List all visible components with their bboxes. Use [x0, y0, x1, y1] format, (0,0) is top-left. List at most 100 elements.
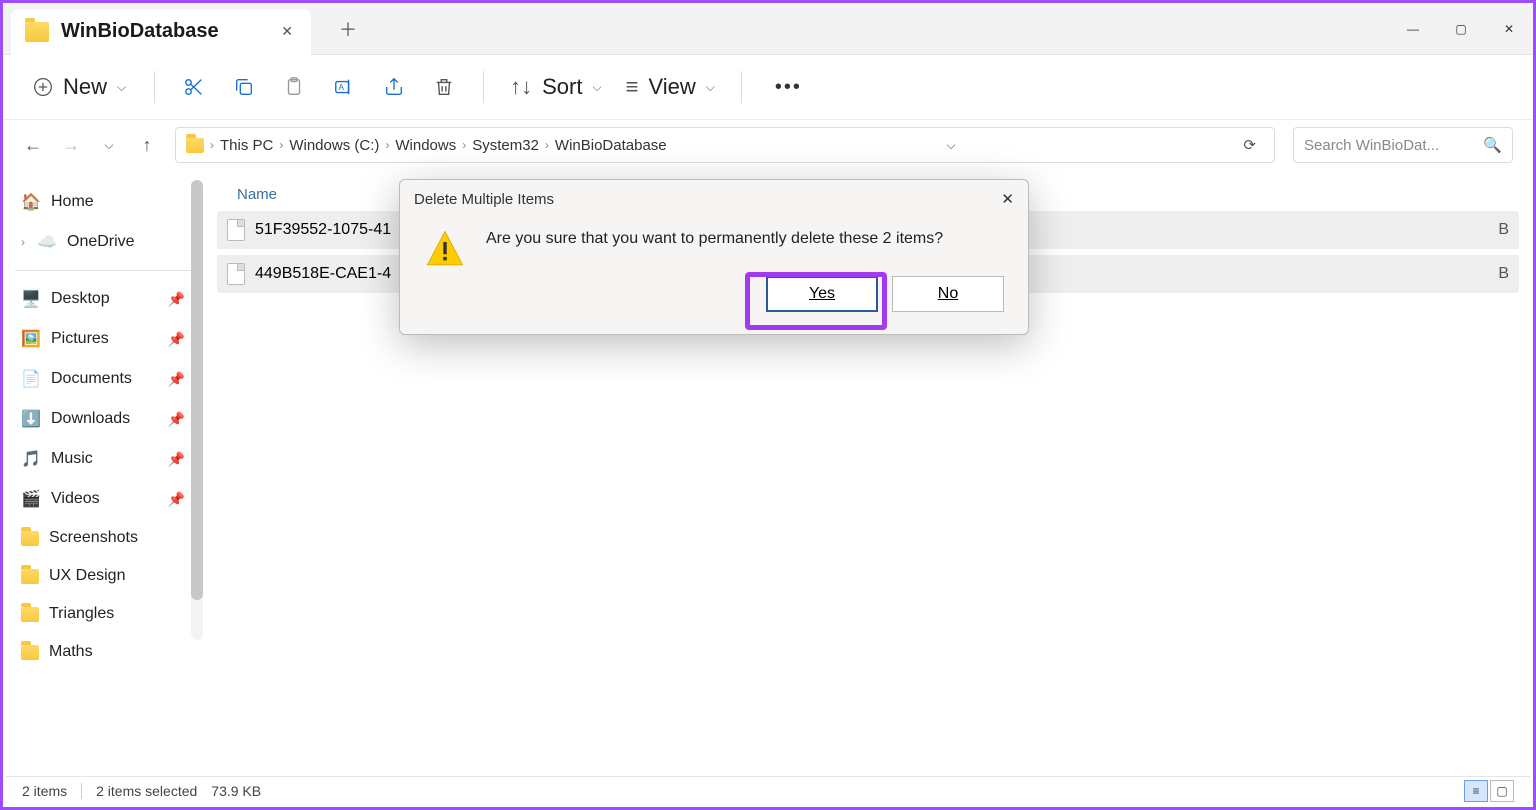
sidebar-home[interactable]: 🏠 Home: [9, 182, 197, 222]
sidebar-scrollbar[interactable]: [191, 180, 203, 640]
forward-button[interactable]: →: [61, 135, 81, 156]
separator: [154, 71, 155, 103]
sidebar-label: Desktop: [51, 290, 110, 308]
back-button[interactable]: ←: [23, 135, 43, 156]
sidebar-music[interactable]: 🎵 Music 📌: [9, 439, 197, 479]
sidebar-label: Downloads: [51, 410, 130, 428]
sidebar-screenshots[interactable]: Screenshots: [9, 519, 197, 557]
desktop-icon: 🖥️: [21, 289, 41, 309]
close-tab-icon[interactable]: ✕: [281, 23, 293, 40]
sidebar-uxdesign[interactable]: UX Design: [9, 557, 197, 595]
sidebar-maths[interactable]: Maths: [9, 633, 197, 671]
chevron-right-icon[interactable]: ›: [21, 235, 25, 249]
view-mode-buttons: ≡ ▢: [1464, 780, 1514, 802]
view-icon: ≡: [626, 74, 639, 100]
pin-icon[interactable]: 📌: [168, 491, 185, 508]
title-bar: WinBioDatabase ✕ ＋ — ▢ ✕: [3, 3, 1533, 55]
paste-button[interactable]: [273, 66, 315, 108]
new-label: New: [63, 74, 107, 100]
sort-label: Sort: [542, 74, 582, 100]
more-button[interactable]: •••: [760, 76, 817, 99]
file-icon: [227, 263, 245, 285]
minimize-button[interactable]: —: [1389, 9, 1437, 49]
view-label: View: [648, 74, 695, 100]
close-window-button[interactable]: ✕: [1485, 9, 1533, 49]
chevron-right-icon: ›: [545, 138, 549, 152]
sidebar-label: UX Design: [49, 567, 125, 585]
pin-icon[interactable]: 📌: [168, 331, 185, 348]
scrollbar-thumb[interactable]: [191, 180, 203, 600]
music-icon: 🎵: [21, 449, 41, 469]
sidebar-documents[interactable]: 📄Documents📌: [9, 359, 197, 399]
file-name: 449B518E-CAE1-4: [255, 265, 391, 283]
dialog-buttons: Yes No: [486, 276, 1004, 312]
copy-button[interactable]: [223, 66, 265, 108]
share-button[interactable]: [373, 66, 415, 108]
pin-icon[interactable]: 📌: [168, 451, 185, 468]
sidebar-pictures[interactable]: 🖼️Pictures📌: [9, 319, 197, 359]
folder-icon: [21, 569, 39, 584]
new-tab-button[interactable]: ＋: [339, 16, 357, 42]
sidebar-label: Videos: [51, 490, 100, 508]
icons-view-button[interactable]: ▢: [1490, 780, 1514, 802]
no-button[interactable]: No: [892, 276, 1004, 312]
yes-label: Yes: [809, 285, 835, 303]
delete-dialog: Delete Multiple Items ✕ Are you sure tha…: [399, 179, 1029, 335]
crumb-drive[interactable]: Windows (C:): [289, 137, 379, 154]
status-selected: 2 items selected: [96, 783, 197, 799]
chevron-down-icon[interactable]: ⌵: [938, 138, 963, 153]
maximize-button[interactable]: ▢: [1437, 9, 1485, 49]
warning-icon: [424, 228, 466, 270]
clipboard-icon: [283, 76, 305, 98]
new-button[interactable]: New ⌵: [23, 68, 136, 106]
delete-button[interactable]: [423, 66, 465, 108]
tab-title: WinBioDatabase: [61, 20, 219, 43]
address-bar-row: ← → ⌵ ↑ › This PC › Windows (C:) › Windo…: [3, 120, 1533, 170]
sidebar-triangles[interactable]: Triangles: [9, 595, 197, 633]
window-tab[interactable]: WinBioDatabase ✕: [11, 9, 311, 55]
search-input[interactable]: Search WinBioDat... 🔍: [1293, 127, 1513, 163]
sidebar-onedrive[interactable]: › ☁️ OneDrive: [9, 222, 197, 262]
refresh-button[interactable]: ⟳: [1235, 136, 1264, 154]
scissors-icon: [183, 76, 205, 98]
sort-button[interactable]: ↑↓ Sort ⌵: [502, 74, 609, 100]
sidebar-desktop[interactable]: 🖥️ Desktop 📌: [9, 279, 197, 319]
file-icon: [227, 219, 245, 241]
up-button[interactable]: ↑: [137, 135, 157, 156]
trash-icon: [433, 76, 455, 98]
cut-button[interactable]: [173, 66, 215, 108]
pin-icon[interactable]: 📌: [168, 371, 185, 388]
rename-icon: A: [333, 76, 355, 98]
breadcrumb-bar[interactable]: › This PC › Windows (C:) › Windows › Sys…: [175, 127, 1275, 163]
view-button[interactable]: ≡ View ⌵: [618, 74, 723, 100]
sidebar-downloads[interactable]: ⬇️Downloads📌: [9, 399, 197, 439]
sidebar-label: Pictures: [51, 330, 109, 348]
window-controls: — ▢ ✕: [1389, 9, 1533, 49]
details-view-button[interactable]: ≡: [1464, 780, 1488, 802]
plus-circle-icon: [33, 77, 53, 97]
sidebar-label: Maths: [49, 643, 93, 661]
pin-icon[interactable]: 📌: [168, 291, 185, 308]
sidebar-label: Screenshots: [49, 529, 138, 547]
crumb-this-pc[interactable]: This PC: [220, 137, 273, 154]
crumb-system32[interactable]: System32: [472, 137, 539, 154]
pin-icon[interactable]: 📌: [168, 411, 185, 428]
dialog-close-button[interactable]: ✕: [1001, 190, 1014, 208]
chevron-right-icon: ›: [210, 138, 214, 152]
chevron-down-icon: ⌵: [706, 80, 715, 95]
folder-icon: [21, 531, 39, 546]
status-size: 73.9 KB: [211, 783, 261, 799]
sidebar-label: Music: [51, 450, 93, 468]
dialog-message: Are you sure that you want to permanentl…: [486, 228, 1004, 248]
chevron-down-icon: ⌵: [117, 80, 126, 95]
rename-button[interactable]: A: [323, 66, 365, 108]
crumb-windows[interactable]: Windows: [395, 137, 456, 154]
chevron-right-icon: ›: [462, 138, 466, 152]
file-name: 51F39552-1075-41: [255, 221, 391, 239]
sidebar-videos[interactable]: 🎬Videos📌: [9, 479, 197, 519]
recent-button[interactable]: ⌵: [99, 138, 119, 153]
divider: [15, 270, 191, 271]
crumb-current[interactable]: WinBioDatabase: [555, 137, 667, 154]
chevron-down-icon: ⌵: [592, 80, 601, 95]
yes-button[interactable]: Yes: [766, 276, 878, 312]
